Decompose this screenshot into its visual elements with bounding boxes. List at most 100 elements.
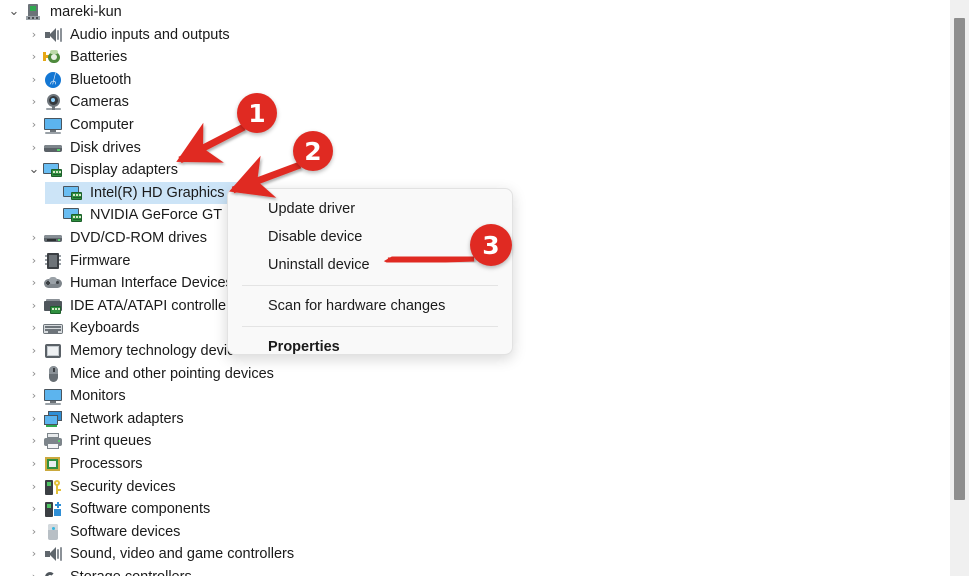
annotation-badge-3-label: 3 xyxy=(482,230,500,260)
chevron-right-icon[interactable]: › xyxy=(25,46,43,68)
tree-item-content[interactable]: › Network adapters xyxy=(25,408,188,430)
tree-item-label: IDE ATA/ATAPI controllers xyxy=(70,297,239,314)
tree-item-content[interactable]: › Software components xyxy=(25,498,214,520)
chevron-right-icon[interactable]: › xyxy=(25,566,43,576)
tree-item-content[interactable]: › Keyboards xyxy=(25,317,143,339)
chevron-right-icon[interactable]: › xyxy=(25,227,43,249)
monitor-icon xyxy=(43,387,63,406)
chevron-right-icon[interactable]: › xyxy=(25,91,43,113)
tree-item[interactable]: › Security devices xyxy=(25,476,180,498)
tree-item-content[interactable]: › Computer xyxy=(25,114,138,136)
tree-item[interactable]: ⌄ Display adapters xyxy=(25,159,182,181)
menu-item-uninstall-device[interactable]: Uninstall device xyxy=(228,251,512,279)
chevron-right-icon[interactable]: › xyxy=(25,272,43,294)
tree-item[interactable]: › Batteries xyxy=(25,46,131,68)
tree-item-content[interactable]: › Human Interface Devices xyxy=(25,272,237,294)
tree-item[interactable]: › Firmware xyxy=(25,250,134,272)
chevron-right-icon[interactable]: › xyxy=(25,408,43,430)
tree-item-content[interactable]: NVIDIA GeForce GT xyxy=(45,204,226,226)
tree-item[interactable]: › Human Interface Devices xyxy=(25,272,237,294)
chevron-right-icon[interactable]: › xyxy=(25,498,43,520)
context-menu[interactable]: Update driver Disable device Uninstall dev… xyxy=(227,188,513,355)
chevron-right-icon[interactable]: › xyxy=(25,453,43,475)
tree-item[interactable]: › Computer xyxy=(25,114,138,136)
tree-item[interactable]: › Mice and other pointing devices xyxy=(25,363,278,385)
tree-item[interactable]: › Print queues xyxy=(25,430,155,452)
tree-root-item[interactable]: ⌄ mareki-kun xyxy=(5,1,126,23)
chevron-right-icon[interactable]: › xyxy=(25,385,43,407)
software-component-icon xyxy=(43,500,63,518)
chevron-down-icon[interactable]: ⌄ xyxy=(5,1,23,23)
tree-item-content[interactable]: › Memory technology devices xyxy=(25,340,254,362)
tree-item-content[interactable]: › ᛦ Bluetooth xyxy=(25,69,135,91)
tree-item[interactable]: › IDE ATA/ATAPI controllers xyxy=(25,295,242,317)
mouse-icon xyxy=(43,365,63,383)
tree-item[interactable]: › ᛦ Bluetooth xyxy=(25,69,135,91)
tree-item-content[interactable]: › Security devices xyxy=(25,476,180,498)
chevron-right-icon[interactable]: › xyxy=(25,137,43,159)
tree-item-content[interactable]: › DVD/CD-ROM drives xyxy=(25,227,211,249)
chevron-right-icon[interactable]: › xyxy=(25,317,43,339)
tree-item-content[interactable]: › Firmware xyxy=(25,250,134,272)
chevron-right-icon[interactable]: › xyxy=(25,114,43,136)
tree-item-content[interactable]: › Cameras xyxy=(25,91,133,113)
vertical-scrollbar[interactable] xyxy=(950,0,969,576)
tree-item-label: Audio inputs and outputs xyxy=(70,26,230,43)
chevron-right-icon[interactable]: › xyxy=(25,543,43,565)
chevron-right-icon[interactable]: › xyxy=(25,430,43,452)
tree-item[interactable]: › Storage controllers xyxy=(25,566,196,576)
tree-item[interactable]: › Network adapters xyxy=(25,408,188,430)
tree-item-content[interactable]: › Print queues xyxy=(25,430,155,452)
tree-item-content[interactable]: › Batteries xyxy=(25,46,131,68)
tree-item-content[interactable]: › IDE ATA/ATAPI controllers xyxy=(25,295,242,317)
tree-item-label: Network adapters xyxy=(70,410,184,427)
display-adapter-icon xyxy=(63,206,83,224)
tree-item[interactable]: Intel(R) HD Graphics xyxy=(45,181,243,204)
menu-item-update-driver[interactable]: Update driver xyxy=(228,195,512,223)
tree-item-content[interactable]: › Storage controllers xyxy=(25,566,196,576)
tree-item-content[interactable]: › Processors xyxy=(25,453,147,475)
tree-item-label: Keyboards xyxy=(70,320,140,337)
chevron-right-icon[interactable]: › xyxy=(25,340,43,362)
tree-item[interactable]: › Monitors xyxy=(25,385,130,407)
tree-item-label: Intel(R) HD Graphics xyxy=(90,184,225,201)
tree-item[interactable]: › Keyboards xyxy=(25,317,143,339)
tree-item-content[interactable]: › Monitors xyxy=(25,385,130,407)
chevron-right-icon[interactable]: › xyxy=(25,521,43,543)
tree-item[interactable]: › Disk drives xyxy=(25,137,145,159)
tree-item[interactable]: › DVD/CD-ROM drives xyxy=(25,227,211,249)
device-manager-window: ⌄ mareki-kun › Audio inputs and outputs › Bat… xyxy=(0,0,969,576)
menu-item-properties[interactable]: Properties xyxy=(228,333,512,361)
cpu-icon xyxy=(43,455,63,473)
tree-item[interactable]: NVIDIA GeForce GT xyxy=(45,204,226,226)
tree-item[interactable]: › Sound, video and game controllers xyxy=(25,543,298,565)
chevron-right-icon[interactable]: › xyxy=(25,24,43,46)
chevron-right-icon[interactable]: › xyxy=(25,476,43,498)
chevron-right-icon[interactable]: › xyxy=(25,295,43,317)
chevron-right-icon[interactable]: › xyxy=(25,69,43,91)
tree-item-content[interactable]: › Sound, video and game controllers xyxy=(25,543,298,565)
tree-item[interactable]: › Software components xyxy=(25,498,214,520)
tree-item-content[interactable]: ⌄ mareki-kun xyxy=(5,1,126,23)
display-adapter-icon xyxy=(63,184,83,202)
display-adapter-icon xyxy=(43,161,63,179)
chevron-right-icon[interactable]: › xyxy=(25,363,43,385)
tree-item[interactable]: › Software devices xyxy=(25,521,184,543)
tree-item[interactable]: › Memory technology devices xyxy=(25,340,254,362)
tree-item-content[interactable]: › Mice and other pointing devices xyxy=(25,363,278,385)
software-device-icon xyxy=(43,523,63,541)
tree-item[interactable]: › Audio inputs and outputs xyxy=(25,24,234,46)
tree-item-label: Bluetooth xyxy=(70,71,132,88)
tree-item[interactable]: › Processors xyxy=(25,453,147,475)
tree-item-content[interactable]: ⌄ Display adapters xyxy=(25,159,182,181)
tree-item-label: Computer xyxy=(70,117,134,133)
chevron-right-icon[interactable]: › xyxy=(25,250,43,272)
tree-item-content[interactable]: › Audio inputs and outputs xyxy=(25,24,234,46)
chevron-down-icon[interactable]: ⌄ xyxy=(25,159,43,181)
menu-item-scan-for-hardware-changes[interactable]: Scan for hardware changes xyxy=(228,292,512,320)
tree-item[interactable]: › Cameras xyxy=(25,91,133,113)
tree-item-selected[interactable]: Intel(R) HD Graphics xyxy=(45,181,243,204)
tree-item-content[interactable]: › Software devices xyxy=(25,521,184,543)
scrollbar-thumb[interactable] xyxy=(954,18,965,500)
tree-item-content[interactable]: › Disk drives xyxy=(25,137,145,159)
